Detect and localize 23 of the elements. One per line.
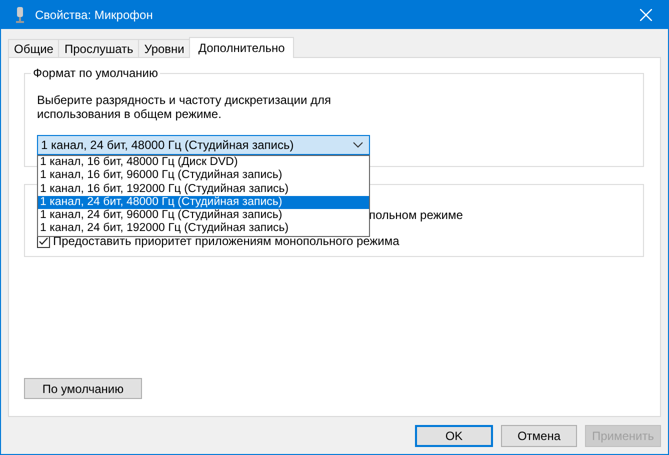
group-title: Формат по умолчанию (31, 66, 160, 80)
window-title: Свойства: Микрофон (35, 8, 154, 22)
tab[interactable]: Уровни (138, 39, 190, 57)
chevron-icon (353, 142, 363, 148)
close-icon[interactable] (640, 9, 652, 21)
dropdown-option[interactable]: 1 канал, 24 бит, 48000 Гц (Студийная запись) (38, 196, 369, 210)
dialog-button[interactable]: Отмена (501, 425, 577, 447)
format-dropdown[interactable]: 1 канал, 24 бит, 48000 Гц (Студийная запись) (37, 135, 370, 155)
dropdown-option[interactable]: 1 канал, 16 бит, 96000 Гц (Студийная запись) (38, 169, 369, 183)
dropdown-option[interactable]: 1 канал, 24 бит, 192000 Гц (Студийная запись) (38, 222, 369, 236)
checkbox[interactable] (37, 234, 50, 248)
dropdown-option[interactable]: 1 канал, 16 бит, 192000 Гц (Студийная запись) (38, 182, 369, 196)
restore-defaults-button[interactable]: По умолчанию (24, 378, 142, 399)
tab[interactable]: Прослушать (58, 39, 140, 57)
tab[interactable]: Общие (8, 39, 60, 57)
dropdown-option[interactable]: 1 канал, 16 бит, 48000 Гц (Диск DVD) (38, 156, 369, 170)
checkbox-label: польном режиме (369, 208, 463, 222)
microphone-icon (15, 7, 25, 23)
dialog-button[interactable]: OK (415, 425, 493, 447)
description-text: Выберите разрядность и частоту дискретизации для использования в общем режиме. (37, 93, 332, 121)
dropdown-option[interactable]: 1 канал, 24 бит, 96000 Гц (Студийная запись) (38, 209, 369, 222)
checkbox-label: Предоставить приоритет приложениям монопольного режима (53, 234, 400, 248)
tab[interactable]: Дополнительно (189, 37, 294, 58)
